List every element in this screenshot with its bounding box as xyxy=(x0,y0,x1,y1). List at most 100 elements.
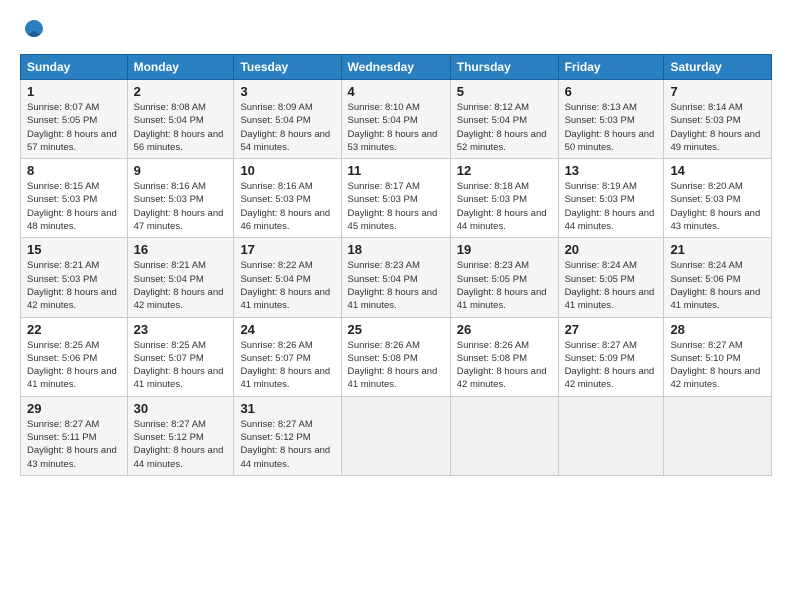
day-info: Sunrise: 8:26 AM Sunset: 5:07 PM Dayligh… xyxy=(240,339,334,392)
day-info: Sunrise: 8:07 AM Sunset: 5:05 PM Dayligh… xyxy=(27,101,121,154)
calendar-cell: 24 Sunrise: 8:26 AM Sunset: 5:07 PM Dayli… xyxy=(234,317,341,396)
logo-icon xyxy=(20,16,48,44)
day-number: 10 xyxy=(240,163,334,178)
day-number: 18 xyxy=(348,242,444,257)
day-number: 29 xyxy=(27,401,121,416)
calendar-cell: 26 Sunrise: 8:26 AM Sunset: 5:08 PM Dayli… xyxy=(450,317,558,396)
day-number: 14 xyxy=(670,163,765,178)
day-number: 16 xyxy=(134,242,228,257)
weekday-header-tuesday: Tuesday xyxy=(234,55,341,80)
weekday-header-thursday: Thursday xyxy=(450,55,558,80)
day-info: Sunrise: 8:08 AM Sunset: 5:04 PM Dayligh… xyxy=(134,101,228,154)
day-number: 12 xyxy=(457,163,552,178)
weekday-header-wednesday: Wednesday xyxy=(341,55,450,80)
calendar-cell: 14 Sunrise: 8:20 AM Sunset: 5:03 PM Dayli… xyxy=(664,159,772,238)
day-info: Sunrise: 8:18 AM Sunset: 5:03 PM Dayligh… xyxy=(457,180,552,233)
day-info: Sunrise: 8:12 AM Sunset: 5:04 PM Dayligh… xyxy=(457,101,552,154)
calendar-cell: 27 Sunrise: 8:27 AM Sunset: 5:09 PM Dayli… xyxy=(558,317,664,396)
day-info: Sunrise: 8:10 AM Sunset: 5:04 PM Dayligh… xyxy=(348,101,444,154)
day-number: 8 xyxy=(27,163,121,178)
day-number: 25 xyxy=(348,322,444,337)
weekday-header-friday: Friday xyxy=(558,55,664,80)
day-number: 31 xyxy=(240,401,334,416)
calendar-cell: 23 Sunrise: 8:25 AM Sunset: 5:07 PM Dayli… xyxy=(127,317,234,396)
day-number: 30 xyxy=(134,401,228,416)
day-info: Sunrise: 8:23 AM Sunset: 5:05 PM Dayligh… xyxy=(457,259,552,312)
weekday-header-saturday: Saturday xyxy=(664,55,772,80)
day-info: Sunrise: 8:27 AM Sunset: 5:11 PM Dayligh… xyxy=(27,418,121,471)
calendar-cell: 28Sunrise: 8:27 AM Sunset: 5:10 PM Dayli… xyxy=(664,317,772,396)
day-number: 3 xyxy=(240,84,334,99)
calendar-cell: 20Sunrise: 8:24 AM Sunset: 5:05 PM Dayli… xyxy=(558,238,664,317)
day-info: Sunrise: 8:20 AM Sunset: 5:03 PM Dayligh… xyxy=(670,180,765,233)
day-info: Sunrise: 8:24 AM Sunset: 5:06 PM Dayligh… xyxy=(670,259,765,312)
calendar-cell: 15Sunrise: 8:21 AM Sunset: 5:03 PM Dayli… xyxy=(21,238,128,317)
calendar-cell: 11Sunrise: 8:17 AM Sunset: 5:03 PM Dayli… xyxy=(341,159,450,238)
day-number: 19 xyxy=(457,242,552,257)
calendar-cell: 22 Sunrise: 8:25 AM Sunset: 5:06 PM Dayli… xyxy=(21,317,128,396)
day-info: Sunrise: 8:26 AM Sunset: 5:08 PM Dayligh… xyxy=(457,339,552,392)
day-info: Sunrise: 8:13 AM Sunset: 5:03 PM Dayligh… xyxy=(565,101,658,154)
day-number: 20 xyxy=(565,242,658,257)
day-info: Sunrise: 8:16 AM Sunset: 5:03 PM Dayligh… xyxy=(134,180,228,233)
calendar-cell: 19 Sunrise: 8:23 AM Sunset: 5:05 PM Dayli… xyxy=(450,238,558,317)
calendar-cell xyxy=(341,396,450,475)
calendar-cell: 30 Sunrise: 8:27 AM Sunset: 5:12 PM Dayli… xyxy=(127,396,234,475)
day-info: Sunrise: 8:09 AM Sunset: 5:04 PM Dayligh… xyxy=(240,101,334,154)
calendar-cell: 3 Sunrise: 8:09 AM Sunset: 5:04 PM Daylig… xyxy=(234,80,341,159)
day-number: 23 xyxy=(134,322,228,337)
day-number: 1 xyxy=(27,84,121,99)
day-info: Sunrise: 8:14 AM Sunset: 5:03 PM Dayligh… xyxy=(670,101,765,154)
day-number: 17 xyxy=(240,242,334,257)
header xyxy=(20,16,772,44)
calendar-cell: 6 Sunrise: 8:13 AM Sunset: 5:03 PM Daylig… xyxy=(558,80,664,159)
day-number: 22 xyxy=(27,322,121,337)
calendar-table: SundayMondayTuesdayWednesdayThursdayFrid… xyxy=(20,54,772,476)
calendar-cell: 29 Sunrise: 8:27 AM Sunset: 5:11 PM Dayli… xyxy=(21,396,128,475)
day-number: 24 xyxy=(240,322,334,337)
calendar-cell: 31 Sunrise: 8:27 AM Sunset: 5:12 PM Dayli… xyxy=(234,396,341,475)
day-number: 9 xyxy=(134,163,228,178)
calendar-cell: 16Sunrise: 8:21 AM Sunset: 5:04 PM Dayli… xyxy=(127,238,234,317)
day-info: Sunrise: 8:27 AM Sunset: 5:12 PM Dayligh… xyxy=(134,418,228,471)
day-number: 21 xyxy=(670,242,765,257)
day-number: 27 xyxy=(565,322,658,337)
calendar-cell xyxy=(558,396,664,475)
day-number: 7 xyxy=(670,84,765,99)
day-info: Sunrise: 8:15 AM Sunset: 5:03 PM Dayligh… xyxy=(27,180,121,233)
day-number: 6 xyxy=(565,84,658,99)
day-number: 5 xyxy=(457,84,552,99)
day-info: Sunrise: 8:16 AM Sunset: 5:03 PM Dayligh… xyxy=(240,180,334,233)
calendar-cell: 25 Sunrise: 8:26 AM Sunset: 5:08 PM Dayli… xyxy=(341,317,450,396)
calendar-cell: 21 Sunrise: 8:24 AM Sunset: 5:06 PM Dayli… xyxy=(664,238,772,317)
logo xyxy=(20,16,52,44)
calendar-cell: 13Sunrise: 8:19 AM Sunset: 5:03 PM Dayli… xyxy=(558,159,664,238)
calendar-cell: 1 Sunrise: 8:07 AM Sunset: 5:05 PM Daylig… xyxy=(21,80,128,159)
day-info: Sunrise: 8:25 AM Sunset: 5:06 PM Dayligh… xyxy=(27,339,121,392)
day-number: 26 xyxy=(457,322,552,337)
day-info: Sunrise: 8:27 AM Sunset: 5:12 PM Dayligh… xyxy=(240,418,334,471)
day-number: 2 xyxy=(134,84,228,99)
day-info: Sunrise: 8:27 AM Sunset: 5:09 PM Dayligh… xyxy=(565,339,658,392)
calendar-cell: 10 Sunrise: 8:16 AM Sunset: 5:03 PM Dayli… xyxy=(234,159,341,238)
day-info: Sunrise: 8:17 AM Sunset: 5:03 PM Dayligh… xyxy=(348,180,444,233)
calendar-cell: 7 Sunrise: 8:14 AM Sunset: 5:03 PM Daylig… xyxy=(664,80,772,159)
day-info: Sunrise: 8:26 AM Sunset: 5:08 PM Dayligh… xyxy=(348,339,444,392)
day-number: 28 xyxy=(670,322,765,337)
calendar-cell: 9 Sunrise: 8:16 AM Sunset: 5:03 PM Daylig… xyxy=(127,159,234,238)
calendar-cell: 12 Sunrise: 8:18 AM Sunset: 5:03 PM Dayli… xyxy=(450,159,558,238)
calendar-cell: 8 Sunrise: 8:15 AM Sunset: 5:03 PM Daylig… xyxy=(21,159,128,238)
calendar-cell: 5 Sunrise: 8:12 AM Sunset: 5:04 PM Daylig… xyxy=(450,80,558,159)
day-info: Sunrise: 8:19 AM Sunset: 5:03 PM Dayligh… xyxy=(565,180,658,233)
weekday-header-sunday: Sunday xyxy=(21,55,128,80)
calendar-cell: 18Sunrise: 8:23 AM Sunset: 5:04 PM Dayli… xyxy=(341,238,450,317)
calendar-cell: 17 Sunrise: 8:22 AM Sunset: 5:04 PM Dayli… xyxy=(234,238,341,317)
calendar-cell: 2 Sunrise: 8:08 AM Sunset: 5:04 PM Daylig… xyxy=(127,80,234,159)
day-info: Sunrise: 8:22 AM Sunset: 5:04 PM Dayligh… xyxy=(240,259,334,312)
calendar-cell: 4 Sunrise: 8:10 AM Sunset: 5:04 PM Daylig… xyxy=(341,80,450,159)
day-number: 4 xyxy=(348,84,444,99)
day-info: Sunrise: 8:25 AM Sunset: 5:07 PM Dayligh… xyxy=(134,339,228,392)
calendar-page: SundayMondayTuesdayWednesdayThursdayFrid… xyxy=(0,0,792,612)
calendar-cell xyxy=(450,396,558,475)
weekday-header-monday: Monday xyxy=(127,55,234,80)
